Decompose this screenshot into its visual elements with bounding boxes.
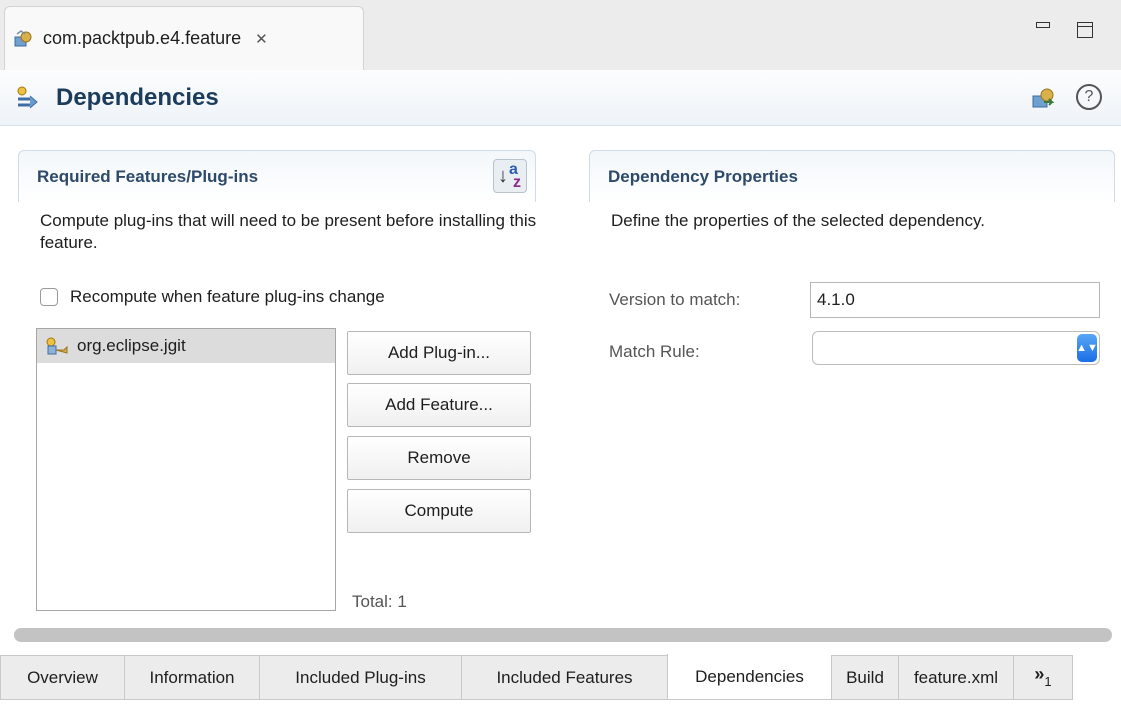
page-title: Dependencies: [56, 83, 219, 111]
section-title: Dependency Properties: [608, 166, 798, 186]
dependencies-list[interactable]: org.eclipse.jgit: [36, 328, 336, 611]
section-description: Compute plug-ins that will need to be pr…: [40, 211, 537, 252]
section-title: Required Features/Plug-ins: [37, 166, 259, 186]
sort-alphabetical-icon[interactable]: ↓ a z: [493, 159, 527, 193]
horizontal-scrollbar[interactable]: [14, 628, 1112, 642]
editor-tab-title: com.packtpub.e4.feature: [43, 28, 242, 48]
minimize-icon[interactable]: [1036, 22, 1050, 28]
plugin-icon: [46, 337, 68, 355]
tab-overview[interactable]: Overview: [0, 655, 124, 700]
add-feature-button[interactable]: Add Feature...: [347, 383, 531, 427]
tab-information[interactable]: Information: [124, 655, 259, 700]
feature-editor-icon: [14, 29, 32, 46]
tab-included-features[interactable]: Included Features: [461, 655, 667, 700]
section-header: Dependency Properties: [589, 150, 1115, 202]
dependencies-icon: [17, 86, 38, 108]
recompute-checkbox-row[interactable]: Recompute when feature plug-ins change: [40, 287, 385, 307]
tab-included-plugins[interactable]: Included Plug-ins: [259, 655, 461, 700]
tab-dependencies[interactable]: Dependencies: [667, 654, 831, 700]
tab-build[interactable]: Build: [831, 655, 898, 700]
page-tabs: Overview Information Included Plug-ins I…: [0, 654, 1073, 700]
chevron-updown-icon[interactable]: ▲▼: [1076, 334, 1098, 362]
section-header: Required Features/Plug-ins ↓ a z: [18, 150, 536, 202]
remove-button[interactable]: Remove: [347, 436, 531, 480]
tab-overflow[interactable]: » 1: [1013, 655, 1073, 700]
close-icon[interactable]: ✕: [255, 30, 268, 48]
list-item-label: org.eclipse.jgit: [77, 336, 186, 355]
help-icon[interactable]: ?: [1076, 84, 1102, 110]
total-count: Total: 1: [352, 592, 407, 611]
tab-feature-xml[interactable]: feature.xml: [898, 655, 1013, 700]
sort-glyph-z: z: [513, 174, 521, 191]
match-rule-combo[interactable]: ▲▼: [812, 331, 1100, 365]
add-plugin-button[interactable]: Add Plug-in...: [347, 331, 531, 375]
compute-button[interactable]: Compute: [347, 489, 531, 533]
section-description: Define the properties of the selected de…: [611, 211, 985, 230]
editor-tab-strip: com.packtpub.e4.feature ✕: [0, 0, 1121, 70]
form-header: Dependencies ?: [0, 70, 1121, 126]
recompute-label: Recompute when feature plug-ins change: [70, 287, 385, 306]
overflow-chevron: »: [1034, 664, 1045, 684]
list-item[interactable]: org.eclipse.jgit: [37, 329, 335, 363]
maximize-icon[interactable]: [1077, 22, 1093, 38]
match-rule-label: Match Rule:: [609, 342, 700, 361]
recompute-checkbox[interactable]: [40, 288, 58, 306]
export-feature-icon[interactable]: [1030, 84, 1058, 112]
version-label: Version to match:: [609, 290, 741, 309]
version-field[interactable]: 4.1.0: [810, 282, 1100, 318]
overflow-count: 1: [1044, 674, 1052, 689]
editor-tab[interactable]: com.packtpub.e4.feature ✕: [4, 6, 364, 70]
